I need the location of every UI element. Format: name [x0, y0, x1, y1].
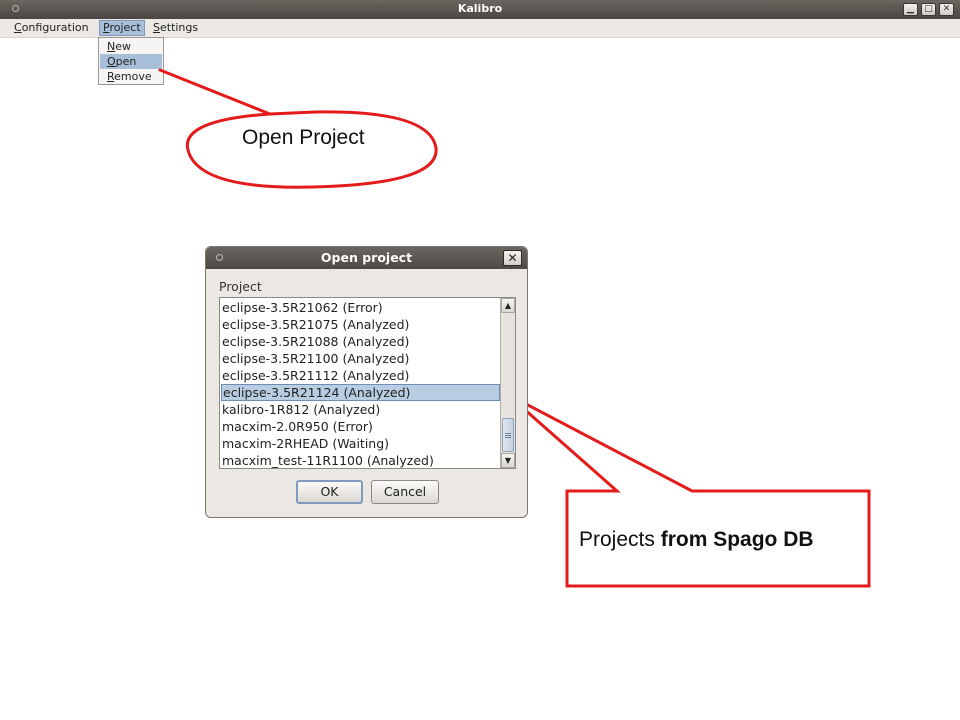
list-item[interactable]: eclipse-3.5R21100 (Analyzed): [221, 350, 500, 367]
list-item[interactable]: eclipse-3.5R21124 (Analyzed): [221, 384, 500, 401]
callout-projects-box: [506, 392, 871, 588]
dialog-titlebar: Open project ✕: [206, 247, 527, 269]
list-item[interactable]: macxim_test-11R1100 (Analyzed): [221, 452, 500, 469]
scroll-thumb[interactable]: [502, 418, 514, 452]
scroll-down-icon[interactable]: ▼: [501, 453, 515, 468]
callout-projects-text: Projects from Spago DB: [579, 528, 814, 552]
list-scrollbar[interactable]: ▲ ▼: [500, 298, 515, 468]
ok-button[interactable]: OK: [296, 480, 363, 504]
list-item[interactable]: macxim-2RHEAD (Waiting): [221, 435, 500, 452]
dialog-close-icon[interactable]: ✕: [503, 250, 522, 266]
list-item[interactable]: eclipse-3.5R21062 (Error): [221, 299, 500, 316]
scroll-up-icon[interactable]: ▲: [501, 298, 515, 313]
cancel-button[interactable]: Cancel: [371, 480, 439, 504]
callout-open-project-text: Open Project: [242, 126, 365, 149]
project-list[interactable]: ▲ ▼ eclipse-3.5R21062 (Error) eclipse-3.5…: [219, 297, 516, 469]
open-project-dialog: Open project ✕ Project ▲ ▼ eclipse-3.5R2…: [205, 246, 528, 518]
list-item[interactable]: eclipse-3.5R21075 (Analyzed): [221, 316, 500, 333]
list-item[interactable]: eclipse-3.5R21112 (Analyzed): [221, 367, 500, 384]
callout-projects-prefix: Projects: [579, 528, 661, 551]
list-item[interactable]: macxim-2.0R950 (Error): [221, 418, 500, 435]
dialog-title: Open project: [320, 250, 413, 265]
list-item[interactable]: eclipse-3.5R21088 (Analyzed): [221, 333, 500, 350]
callout-projects-bold: from Spago DB: [660, 528, 814, 551]
project-list-label: Project: [219, 279, 262, 294]
list-item[interactable]: kalibro-1R812 (Analyzed): [221, 401, 500, 418]
